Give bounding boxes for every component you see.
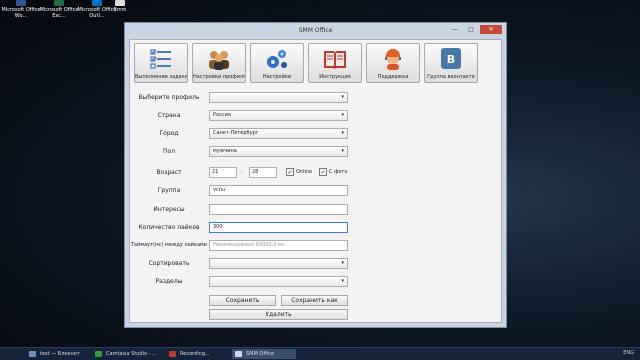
taskbar-item-camtasia[interactable]: Camtasia Studio - ... — [92, 349, 162, 359]
interests-row: Интересы — [130, 204, 430, 216]
interests-input[interactable] — [209, 204, 348, 215]
book-icon — [324, 51, 346, 69]
desktop-icon-smm[interactable]: Smm — [100, 0, 140, 22]
instruction-button[interactable]: Инструкция — [308, 43, 362, 83]
timer-input[interactable]: Рекомендовано 60000.0 мс — [209, 240, 348, 251]
notepad-icon — [29, 351, 36, 357]
likes-count-input[interactable]: 300 — [209, 222, 348, 233]
chevron-down-icon: ▾ — [341, 94, 344, 100]
chevron-down-icon: ▾ — [341, 112, 344, 118]
profile-select[interactable]: ▾ — [209, 92, 348, 103]
age-row: Возраст 21 - 28 ✓ Online ✓ С фото — [156, 167, 348, 178]
taskbar-item-smm-office[interactable]: SMM Office — [232, 349, 296, 359]
word-icon — [16, 0, 26, 6]
chevron-down-icon: ▾ — [341, 148, 344, 154]
country-row: Страна Россия ▾ — [130, 110, 430, 122]
save-button[interactable]: Сохранить — [209, 295, 276, 306]
desktop-icon-excel[interactable]: Microsoft Office Exc... — [38, 0, 80, 22]
save-as-button[interactable]: Сохранить как — [281, 295, 348, 306]
settings-button[interactable]: Настройки — [250, 43, 304, 83]
age-from-input[interactable]: 21 — [209, 167, 237, 178]
timer-row: Таймаут(мс) между лайками Рекомендовано … — [130, 240, 430, 252]
smm-office-window: SMM Office — □ ✕ Выполнение задачи Настр… — [124, 22, 507, 328]
sort-select[interactable]: ▾ — [209, 258, 348, 269]
language-indicator[interactable]: ENG — [623, 350, 634, 356]
sort-row: Сортировать ▾ — [130, 258, 430, 270]
taskbar-item-recording[interactable]: Recording... — [166, 349, 226, 359]
chevron-down-icon: ▾ — [341, 278, 344, 284]
city-select[interactable]: Санкт-Петербург ▾ — [209, 128, 348, 139]
chevron-down-icon: ▾ — [341, 260, 344, 266]
excel-icon — [54, 0, 64, 6]
maximize-button[interactable]: □ — [464, 25, 478, 34]
delete-button[interactable]: Удалить — [209, 309, 348, 320]
taskbar-item-notepad[interactable]: test — Блокнот — [26, 349, 84, 359]
online-checkbox[interactable]: ✓ — [286, 168, 294, 176]
support-button[interactable]: Поддержка — [366, 43, 420, 83]
gender-row: Пол мужчина ▾ — [130, 146, 430, 158]
gender-select[interactable]: мужчина ▾ — [209, 146, 348, 157]
task-list-icon — [150, 49, 171, 69]
gears-icon — [267, 50, 287, 68]
support-agent-icon — [385, 49, 401, 70]
smm-icon — [115, 0, 125, 6]
vk-group-button[interactable]: В Группа вконтакте — [424, 43, 478, 83]
client-area: Выполнение задачи Настройки профиля Наст… — [129, 39, 502, 323]
profile-users-icon — [209, 51, 229, 70]
profile-row: Выберите профиль ▾ — [130, 92, 430, 104]
svg-text:В: В — [447, 53, 455, 66]
sections-select[interactable]: ▾ — [209, 276, 348, 287]
vk-icon: В — [441, 48, 461, 69]
camtasia-icon — [95, 351, 102, 357]
minimize-button[interactable]: — — [448, 25, 462, 34]
age-to-input[interactable]: 28 — [249, 167, 277, 178]
photo-checkbox[interactable]: ✓ — [319, 168, 327, 176]
toolbar: Выполнение задачи Настройки профиля Наст… — [130, 40, 501, 86]
likes-row: Количество лайков 300 — [130, 222, 430, 234]
country-select[interactable]: Россия ▾ — [209, 110, 348, 121]
desktop-icon-word[interactable]: Microsoft Office Wo... — [0, 0, 42, 22]
taskbar: test — Блокнот Camtasia Studio - ... Rec… — [0, 347, 640, 360]
smm-office-icon — [235, 351, 242, 357]
group-input[interactable]: vcnu — [209, 185, 348, 196]
sections-row: Разделы ▾ — [130, 276, 430, 288]
chevron-down-icon: ▾ — [341, 130, 344, 136]
group-row: Группа vcnu — [130, 185, 430, 197]
record-icon — [169, 351, 176, 357]
city-row: Город Санкт-Петербург ▾ — [130, 128, 430, 140]
task-execution-button[interactable]: Выполнение задачи — [134, 43, 188, 83]
title-bar[interactable]: SMM Office — □ ✕ — [125, 23, 506, 39]
close-button[interactable]: ✕ — [480, 25, 502, 34]
profile-settings-button[interactable]: Настройки профиля — [192, 43, 246, 83]
